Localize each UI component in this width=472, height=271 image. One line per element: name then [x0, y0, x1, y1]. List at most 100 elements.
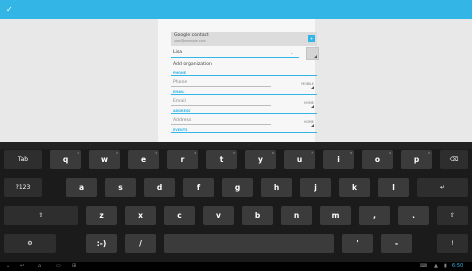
key-t[interactable]: t5 — [206, 150, 237, 169]
account-switch-button[interactable]: + — [308, 35, 315, 42]
key-e[interactable]: e3 — [128, 150, 159, 169]
key-r[interactable]: r4 — [167, 150, 198, 169]
shift-icon: ⇧ — [38, 212, 44, 219]
email-type-spinner[interactable]: HOME — [294, 99, 314, 108]
key-h[interactable]: h — [261, 178, 292, 197]
key-k[interactable]: k — [339, 178, 370, 197]
key-hint: 8 — [350, 151, 352, 155]
key-label: c — [177, 211, 182, 220]
screenshot-icon[interactable]: ⊞ — [72, 263, 76, 269]
key-u[interactable]: u7 — [284, 150, 315, 169]
strip-dot: · — [248, 142, 250, 147]
key-label: h — [273, 183, 280, 192]
key-g[interactable]: g — [222, 178, 253, 197]
email-field[interactable]: Email — [171, 97, 271, 106]
address-type-spinner[interactable]: HOME — [294, 118, 314, 127]
key-z[interactable]: z — [86, 206, 117, 225]
key-c[interactable]: c — [164, 206, 195, 225]
key-label: s — [118, 183, 123, 192]
key-comma[interactable]: , — [359, 206, 390, 225]
key-settings[interactable]: ⚙ — [4, 234, 56, 253]
key-shift-left[interactable]: ⇧ — [4, 206, 78, 225]
key-label: i — [337, 155, 340, 164]
key-label: z — [99, 211, 104, 220]
system-navigation-bar — [0, 262, 472, 271]
key-hint: 7 — [311, 151, 313, 155]
key-label: q — [62, 155, 69, 164]
key-emoticon[interactable]: :-) — [86, 234, 117, 253]
key-w[interactable]: w2 — [89, 150, 120, 169]
key-dash[interactable]: - — [381, 234, 412, 253]
contact-photo-button[interactable] — [306, 47, 319, 60]
key-tab[interactable]: Tab — [4, 150, 42, 169]
key-label: e — [140, 155, 147, 164]
key-label: ! — [451, 240, 454, 247]
key-label: d — [156, 183, 163, 192]
phone-type-spinner[interactable]: MOBILE — [294, 80, 314, 89]
key-x[interactable]: x — [125, 206, 156, 225]
key-label: t — [219, 155, 224, 164]
key-f[interactable]: f — [183, 178, 214, 197]
back-arrow-icon[interactable]: ↩ — [20, 263, 24, 269]
key-hint: 6 — [272, 151, 274, 155]
recents-icon[interactable]: ▭ — [56, 263, 61, 269]
key-label: g — [234, 183, 241, 192]
key-label: - — [394, 239, 399, 248]
key-label: w — [101, 155, 108, 164]
key-exclaim[interactable]: ! — [437, 234, 468, 253]
strip-dot: · — [165, 142, 167, 147]
add-organization-link[interactable]: Add organization — [173, 62, 212, 67]
key-hint: 4 — [194, 151, 196, 155]
key-enter[interactable]: ↵ — [417, 178, 468, 197]
key-label: p — [413, 155, 420, 164]
back-icon[interactable]: ⌄ — [6, 263, 10, 269]
key-d[interactable]: d — [144, 178, 175, 197]
key-n[interactable]: n — [281, 206, 312, 225]
key-shift-right[interactable]: ⇧ — [437, 206, 468, 225]
key-label: . — [412, 211, 415, 220]
photo-corner-icon — [314, 55, 317, 58]
spinner-corner-icon — [311, 86, 314, 89]
key-q[interactable]: q1 — [50, 150, 81, 169]
key-label: , — [373, 211, 376, 220]
key-s[interactable]: s — [105, 178, 136, 197]
key-symbols[interactable]: ?123 — [4, 178, 42, 197]
address-field[interactable]: Address — [171, 116, 271, 125]
key-a[interactable]: a — [66, 178, 97, 197]
key-label: / — [139, 239, 142, 248]
key-label: v — [216, 211, 221, 220]
key-slash[interactable]: / — [125, 234, 156, 253]
key-j[interactable]: j — [300, 178, 331, 197]
key-hint: 0 — [428, 151, 430, 155]
done-button[interactable]: ✓ — [6, 4, 16, 15]
key-label: y — [258, 155, 263, 164]
phone-field[interactable]: Phone — [171, 78, 271, 87]
key-label: ?123 — [15, 184, 31, 191]
key-period[interactable]: . — [398, 206, 429, 225]
key-y[interactable]: y6 — [245, 150, 276, 169]
account-header: Google contact user@example.com + — [171, 32, 317, 46]
home-icon[interactable]: ⌂ — [38, 263, 41, 269]
key-p[interactable]: p0 — [401, 150, 432, 169]
key-delete[interactable]: ⌫ — [440, 150, 468, 169]
key-l[interactable]: l — [378, 178, 409, 197]
key-i[interactable]: i8 — [323, 150, 354, 169]
name-field[interactable]: Lisa — [171, 48, 299, 58]
expand-name-icon[interactable]: ⌄ — [290, 50, 293, 55]
key-b[interactable]: b — [242, 206, 273, 225]
key-space[interactable] — [164, 234, 334, 253]
settings-icon: ⚙ — [27, 240, 33, 247]
action-bar: ✓ — [0, 0, 472, 19]
key-label: n — [293, 211, 300, 220]
key-o[interactable]: o9 — [362, 150, 393, 169]
key-label: f — [196, 183, 201, 192]
key-v[interactable]: v — [203, 206, 234, 225]
key-apostrophe[interactable]: ' — [342, 234, 373, 253]
key-hint: 1 — [77, 151, 79, 155]
key-m[interactable]: m — [320, 206, 351, 225]
key-label: l — [392, 183, 395, 192]
section-events: EVENTS — [171, 128, 317, 133]
account-title: Google contact — [174, 33, 209, 38]
backspace-icon: ⌫ — [449, 156, 459, 163]
clock: 6:50 — [452, 263, 464, 269]
